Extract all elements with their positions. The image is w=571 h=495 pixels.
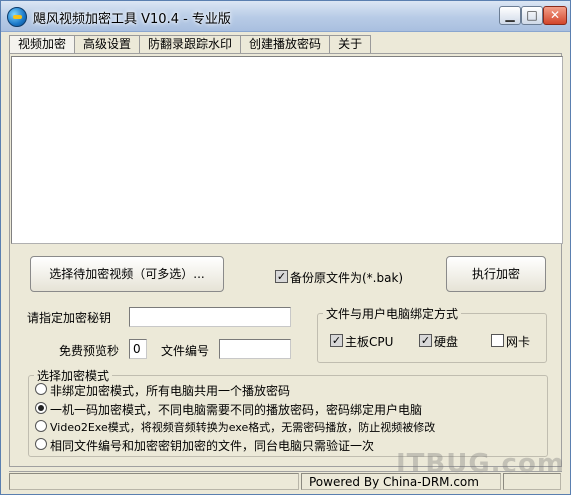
checkmark-icon: ✓: [420, 334, 431, 347]
title-bar[interactable]: 飓风视频加密工具 V10.4 - 专业版 ▁ □ ✕: [1, 1, 570, 32]
bind-nic-checkbox[interactable]: [491, 334, 504, 347]
status-bar: Powered By China-DRM.com: [9, 471, 562, 492]
mode-radio-video2exe[interactable]: [35, 420, 47, 432]
preview-seconds-label: 免费预览秒: [59, 344, 120, 358]
tab-advanced-settings[interactable]: 高级设置: [74, 35, 141, 53]
tab-video-encrypt[interactable]: 视频加密: [9, 35, 76, 54]
tab-create-play-password[interactable]: 创建播放密码: [240, 35, 331, 53]
checkmark-icon: ✓: [276, 270, 287, 283]
minimize-button[interactable]: ▁: [499, 6, 521, 25]
maximize-button[interactable]: □: [521, 6, 543, 25]
mode-radio-unbound[interactable]: [35, 383, 47, 395]
binding-group-title: 文件与用户电脑绑定方式: [323, 305, 462, 322]
maximize-icon: □: [526, 8, 538, 22]
key-label: 请指定加密秘钥: [27, 311, 112, 325]
checkmark-icon: ✓: [331, 334, 342, 347]
minimize-icon: ▁: [505, 8, 515, 22]
file-number-input[interactable]: [219, 339, 291, 359]
status-cell-right: [503, 473, 561, 490]
mode-label-same-key: 相同文件编号和加密密钥加密的文件，同台电脑只需验证一次: [50, 439, 375, 453]
bind-cpu-checkbox[interactable]: ✓: [330, 334, 343, 347]
tab-anti-record-watermark[interactable]: 防翻录跟踪水印: [139, 35, 242, 53]
mode-radio-same-key[interactable]: [35, 438, 47, 450]
close-icon: ✕: [549, 8, 561, 22]
tab-bar: 视频加密 高级设置 防翻录跟踪水印 创建播放密码 关于: [9, 35, 372, 54]
key-input[interactable]: [129, 307, 291, 327]
bind-nic-label: 网卡: [506, 335, 531, 349]
backup-checkbox[interactable]: ✓: [275, 270, 288, 283]
mode-radio-one-machine[interactable]: [35, 402, 47, 414]
app-window: 飓风视频加密工具 V10.4 - 专业版 ▁ □ ✕ 视频加密 高级设置 防翻录跟踪…: [0, 0, 571, 495]
app-logo-icon: [7, 7, 27, 27]
bind-disk-checkbox[interactable]: ✓: [419, 334, 432, 347]
run-encrypt-button[interactable]: 执行加密: [446, 256, 546, 292]
mode-label-unbound: 非绑定加密模式，所有电脑共用一个播放密码: [50, 384, 291, 398]
preview-seconds-input[interactable]: 0: [129, 339, 147, 359]
mode-label-one-machine: 一机一码加密模式，不同电脑需要不同的播放密码，密码绑定用户电脑: [50, 403, 423, 417]
mode-label-video2exe: Video2Exe模式，将视频音频转换为exe格式，无需密码播放，防止视频被修改: [50, 421, 436, 434]
bind-cpu-label: 主板CPU: [345, 335, 394, 349]
select-videos-button[interactable]: 选择待加密视频（可多选）...: [30, 256, 224, 292]
window-title: 飓风视频加密工具 V10.4 - 专业版: [33, 12, 231, 27]
video-file-list[interactable]: [11, 56, 563, 244]
close-button[interactable]: ✕: [543, 6, 567, 25]
backup-label: 备份原文件为(*.bak): [290, 271, 404, 285]
status-cell-left: [9, 473, 299, 490]
file-number-label: 文件编号: [161, 344, 210, 358]
status-text: Powered By China-DRM.com: [309, 475, 479, 489]
tab-about[interactable]: 关于: [329, 35, 372, 53]
bind-disk-label: 硬盘: [434, 335, 459, 349]
